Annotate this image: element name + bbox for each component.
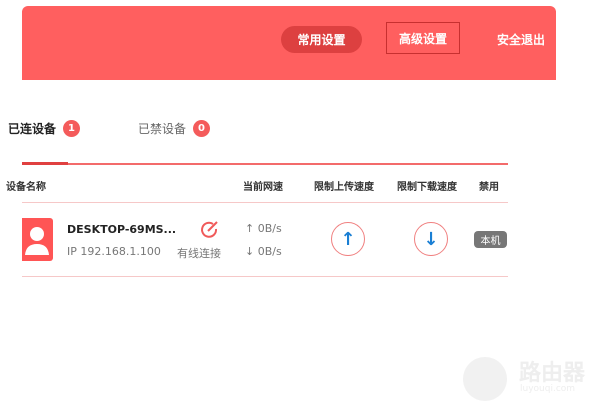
nav-common-settings[interactable]: 常用设置: [281, 26, 362, 53]
avatar: [22, 218, 53, 261]
router-logo-icon: [463, 357, 507, 401]
device-ip: IP 192.168.1.100: [67, 245, 161, 258]
edit-icon[interactable]: [199, 220, 221, 240]
top-header: 常用设置 高级设置 安全退出: [22, 6, 556, 80]
divider: [22, 276, 508, 277]
upload-speed: 0B/s: [257, 222, 282, 235]
tab-label: 已连设备: [8, 122, 57, 136]
active-tab-indicator: [22, 162, 68, 165]
watermark-site: luyouqi.com: [520, 384, 576, 394]
col-current-speed: 当前网速: [243, 182, 283, 193]
col-device-name: 设备名称: [6, 182, 46, 193]
tab-label: 已禁设备: [138, 122, 187, 136]
local-device-badge: 本机: [474, 231, 507, 248]
col-download-limit: 限制下载速度: [397, 182, 457, 193]
download-limit-button[interactable]: ↓: [414, 222, 448, 256]
watermark-title: 路由器: [519, 361, 586, 386]
user-icon: [25, 227, 49, 255]
nav-advanced-settings[interactable]: 高级设置: [386, 22, 460, 54]
upload-limit-button[interactable]: ↑: [331, 222, 365, 256]
upload-arrow-icon: ↑: [245, 222, 255, 235]
tab-underline: [22, 163, 508, 165]
tab-blocked-devices[interactable]: 已禁设备 0: [138, 120, 211, 137]
col-upload-limit: 限制上传速度: [314, 182, 374, 193]
up-arrow-icon: ↑: [340, 228, 356, 250]
download-speed: 0B/s: [257, 245, 282, 258]
nav-logout[interactable]: 安全退出: [488, 26, 554, 53]
down-arrow-icon: ↓: [423, 228, 439, 250]
tab-connected-devices[interactable]: 已连设备 1: [8, 120, 81, 137]
download-arrow-icon: ↓: [245, 245, 255, 258]
connection-type: 有线连接: [177, 247, 221, 260]
divider: [22, 202, 508, 203]
device-name: DESKTOP-69MS...: [67, 223, 177, 236]
count-badge: 0: [193, 120, 211, 137]
col-disable: 禁用: [479, 182, 499, 193]
count-badge: 1: [63, 120, 81, 137]
